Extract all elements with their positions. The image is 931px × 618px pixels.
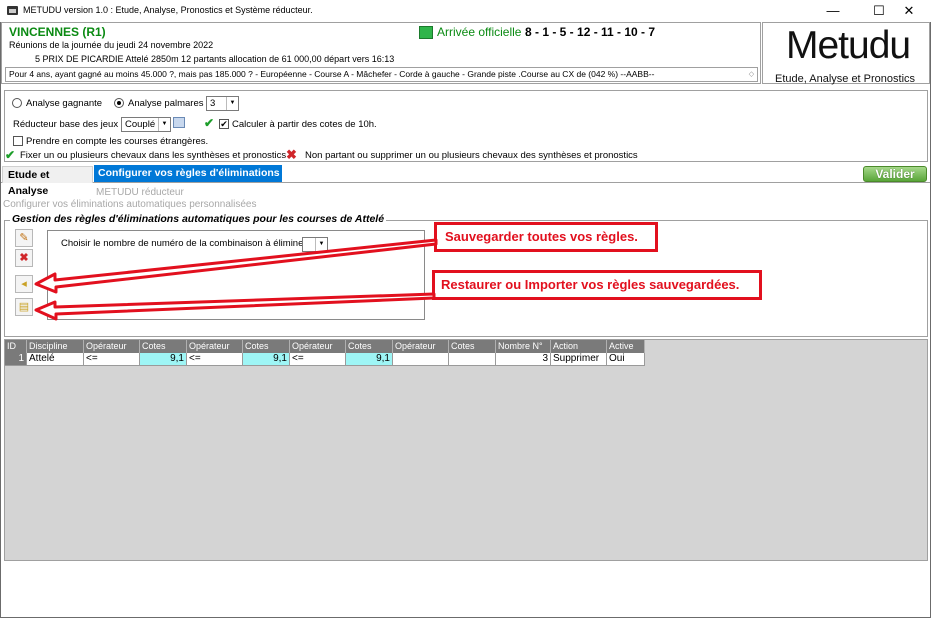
check-icon: ✔ [204,116,215,130]
fixer-label: Fixer un ou plusieurs chevaux dans les s… [20,150,287,161]
chevron-down-icon: ▼ [315,238,327,251]
restore-rules-button[interactable]: ▤ [15,298,33,316]
calculer-label: Calculer à partir des cotes de 10h. [232,119,377,130]
table-cell-cotes-1[interactable]: 9,1 [140,353,187,366]
table-cell-discipline[interactable]: Attelé [27,353,84,366]
table-cell-cotes-4[interactable] [449,353,496,366]
fix-horses-check-icon[interactable]: ✔ [5,148,15,162]
combination-label: Choisir le nombre de numéro de la combin… [61,238,312,249]
edit-rule-button[interactable]: ✎ [15,229,33,247]
etrangeres-label: Prendre en compte les courses étrangères… [26,136,209,147]
section-description: Configurer vos éliminations automatiques… [3,199,257,210]
table-cell-nombre[interactable]: 3 [496,353,551,366]
tab-etude-analyse[interactable]: Etude et Analyse [2,166,93,197]
table-cell-active[interactable]: Oui [607,353,645,366]
analyse-gagnante-radio[interactable] [12,98,22,108]
grid-header-operateur-3[interactable]: Opérateur [290,340,346,353]
official-result-label: Arrivée officielle : [437,25,529,39]
grid-header-cotes-2[interactable]: Cotes [243,340,290,353]
grid-header-cotes-1[interactable]: Cotes [140,340,187,353]
section-subtitle: METUDU réducteur [96,187,184,198]
race-info: 5 PRIX DE PICARDIE Attelé 2850m 12 parta… [35,54,395,64]
group-title: Gestion des règles d'éliminations automa… [10,213,387,225]
combination-select[interactable]: ▼ [302,237,328,252]
chevron-down-icon: ▼ [158,118,170,131]
flag-icon [419,26,433,39]
analyse-gagnante-label: Analyse gagnante [26,98,103,109]
grid-header-cotes-4[interactable]: Cotes [449,340,496,353]
analyse-palmares-radio[interactable] [114,98,124,108]
table-cell-operateur-2[interactable]: <= [187,353,243,366]
table-cell-operateur-4[interactable] [393,353,449,366]
reducteur-value: Couplé [125,119,156,130]
race-venue: VINCENNES (R1) [9,25,106,39]
save-icon: ◂ [21,278,27,290]
table-cell-cotes-3[interactable]: 9,1 [346,353,393,366]
grid-header-operateur-1[interactable]: Opérateur [84,340,140,353]
logo-title: Metudu [786,24,911,67]
delete-rule-button[interactable]: ✖ [15,249,33,267]
tab-strip-line [1,182,930,183]
callout-save: Sauvegarder toutes vos règles. [434,222,658,252]
non-partant-label: Non partant ou supprimer un ou plusieurs… [305,150,638,161]
pencil-icon: ✎ [19,232,29,244]
minimize-button[interactable]: — [810,0,856,22]
reducer-settings-icon[interactable] [173,117,185,128]
grid-header-action[interactable]: Action [551,340,607,353]
save-rules-button[interactable]: ◂ [15,275,33,293]
official-result: 8 - 1 - 5 - 12 - 11 - 10 - 7 [525,25,656,39]
chevron-down-icon: ▼ [226,97,238,110]
folder-icon: ▤ [18,301,30,313]
app-icon [7,6,18,15]
race-date: Réunions de la journée du jeudi 24 novem… [9,40,214,50]
etrangeres-checkbox[interactable] [13,136,23,146]
calculer-checkbox[interactable]: ✔ [219,119,229,129]
window-title: METUDU version 1.0 : Etude, Analyse, Pro… [23,5,313,15]
grid-header-operateur-2[interactable]: Opérateur [187,340,243,353]
callout-restore: Restaurer ou Importer vos règles sauvega… [432,270,762,300]
grid-header-nombre[interactable]: Nombre N° [496,340,551,353]
scroll-arrows-icon[interactable]: ◇ [746,68,757,81]
grid-header-cotes-3[interactable]: Cotes [346,340,393,353]
grid-header-id[interactable]: ID [5,340,27,353]
analyse-palmares-label: Analyse palmares [128,98,204,109]
palmares-select[interactable]: 3 ▼ [206,96,239,111]
valider-button[interactable]: Valider [863,166,927,182]
table-cell-id[interactable]: 1 [5,353,27,366]
non-partant-x-icon[interactable]: ✖ [286,147,297,163]
table-cell-cotes-2[interactable]: 9,1 [243,353,290,366]
tab-configurer-regles[interactable]: Configurer vos règles d'éliminations [94,165,282,182]
reducteur-select[interactable]: Couplé ▼ [121,117,171,132]
table-cell-operateur-3[interactable]: <= [290,353,346,366]
table-cell-action[interactable]: Supprimer [551,353,607,366]
close-button[interactable]: ✕ [886,0,931,22]
reducteur-label: Réducteur base des jeux : [13,119,124,130]
table-cell-operateur-1[interactable]: <= [84,353,140,366]
logo-subtitle: Etude, Analyse et Pronostics [775,73,916,85]
palmares-value: 3 [210,98,216,109]
rules-grid [4,339,928,561]
delete-icon: ✖ [19,252,29,264]
grid-header-operateur-4[interactable]: Opérateur [393,340,449,353]
grid-header-active[interactable]: Active [607,340,645,353]
race-conditions-field[interactable]: Pour 4 ans, ayant gagné au moins 45.000 … [5,67,758,82]
grid-header-discipline[interactable]: Discipline [27,340,84,353]
